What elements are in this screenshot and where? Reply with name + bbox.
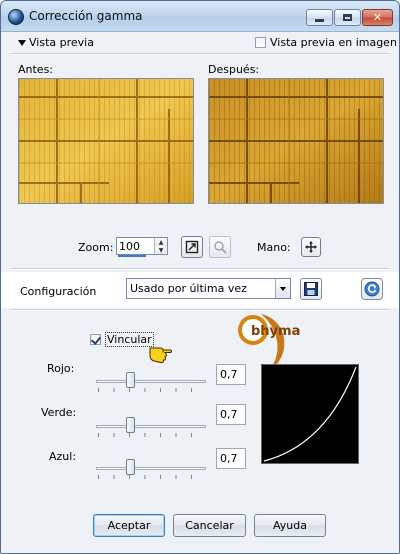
pointing-hand-icon: [149, 347, 172, 364]
title-bar[interactable]: Corrección gamma ✕: [1, 1, 399, 32]
close-button[interactable]: ✕: [362, 9, 393, 26]
preview-on-image-checkbox[interactable]: Vista previa en imagen: [255, 36, 397, 49]
after-preview-image[interactable]: [208, 78, 384, 204]
dialog-body: Vista previa Vista previa en imagen Ante…: [1, 32, 399, 553]
divider: [10, 268, 390, 270]
dropdown-arrow-icon[interactable]: [275, 279, 290, 298]
red-slider[interactable]: [96, 372, 206, 392]
green-value[interactable]: 0,7: [220, 408, 238, 421]
green-value-field[interactable]: 0,7: [216, 404, 246, 425]
reset-arrow-icon: [364, 281, 380, 297]
spin-up-icon[interactable]: ▲: [155, 238, 167, 246]
slider-thumb[interactable]: [126, 372, 135, 388]
collapse-triangle-icon: [18, 39, 26, 46]
maximize-button[interactable]: [334, 9, 361, 26]
zoom-magnifier-button[interactable]: [209, 236, 231, 258]
zoom-to-fit-button[interactable]: [181, 236, 203, 258]
zoom-spinner[interactable]: 100 ▲ ▼: [116, 237, 168, 257]
preview-toggle-label: Vista previa: [29, 36, 94, 49]
slider-thumb[interactable]: [126, 417, 135, 433]
slider-ticks: [98, 433, 204, 437]
floppy-disk-icon: [304, 282, 318, 296]
checkbox-box[interactable]: [255, 37, 266, 48]
link-label: Vincular: [105, 332, 154, 347]
gamma-curve-graph: [261, 364, 359, 464]
move-icon: [305, 241, 317, 253]
reset-button[interactable]: [361, 278, 383, 300]
slider-track: [96, 467, 206, 470]
magnifier-icon: [214, 241, 227, 254]
minimize-button[interactable]: [306, 9, 333, 26]
green-slider[interactable]: [96, 417, 206, 437]
blue-slider[interactable]: [96, 459, 206, 479]
slider-thumb[interactable]: [126, 459, 135, 475]
zoom-label: Zoom:: [78, 241, 114, 254]
gamma-curve-line: [263, 366, 357, 462]
link-checkbox-box[interactable]: [90, 334, 101, 345]
zoom-underline: [118, 255, 146, 257]
preset-dropdown[interactable]: Usado por última vez: [126, 278, 291, 299]
blue-value-field[interactable]: 0,7: [216, 448, 246, 469]
red-label: Rojo:: [47, 362, 75, 375]
zoom-value[interactable]: 100: [119, 240, 140, 253]
divider: [10, 309, 390, 311]
red-value-field[interactable]: 0,7: [216, 364, 246, 385]
maximize-icon: [335, 10, 360, 25]
link-checkbox[interactable]: Vincular: [90, 332, 154, 347]
zoom-fit-icon: [185, 240, 199, 254]
spin-down-icon[interactable]: ▼: [155, 246, 167, 254]
divider: [10, 53, 390, 55]
close-icon: ✕: [372, 11, 383, 24]
slider-ticks: [98, 388, 204, 392]
gamma-correction-dialog: Corrección gamma ✕ Vista previa Vista pr…: [0, 0, 400, 554]
minimize-icon: [307, 10, 332, 25]
red-value[interactable]: 0,7: [220, 368, 238, 381]
watermark-text: bhyma: [251, 324, 300, 339]
before-preview-image[interactable]: [18, 78, 194, 204]
window-title: Corrección gamma: [29, 9, 143, 23]
app-icon: [8, 9, 24, 25]
blue-value[interactable]: 0,7: [220, 452, 238, 465]
preset-selected: Usado por última vez: [130, 282, 247, 295]
preview-on-image-label: Vista previa en imagen: [270, 36, 397, 49]
zoom-spin-buttons[interactable]: ▲ ▼: [154, 238, 167, 254]
hand-label: Mano:: [257, 241, 291, 254]
save-preset-button[interactable]: [300, 278, 322, 300]
after-label: Después:: [208, 63, 260, 76]
help-button[interactable]: Ayuda: [254, 514, 326, 537]
slider-track: [96, 425, 206, 428]
blue-label: Azul:: [49, 450, 77, 463]
config-label: Configuración: [20, 285, 97, 298]
slider-track: [96, 380, 206, 383]
green-label: Verde:: [41, 406, 77, 419]
preview-toggle[interactable]: Vista previa: [18, 36, 94, 49]
before-label: Antes:: [18, 63, 54, 76]
hand-pan-button[interactable]: [301, 237, 321, 257]
slider-ticks: [98, 475, 204, 479]
cancel-button[interactable]: Cancelar: [173, 514, 246, 537]
ok-button[interactable]: Aceptar: [93, 514, 165, 537]
